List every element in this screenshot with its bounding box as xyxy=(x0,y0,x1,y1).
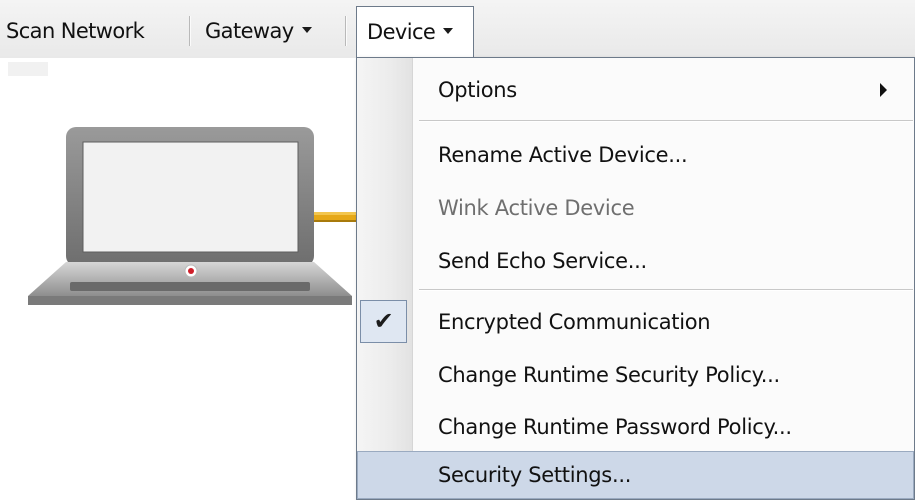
menu-item-change-runtime-password-policy[interactable]: Change Runtime Password Policy... xyxy=(357,401,914,453)
menu-item-label: Change Runtime Password Policy... xyxy=(438,415,792,439)
menu-item-wink-active-device: Wink Active Device xyxy=(357,182,914,234)
menu-item-label: Wink Active Device xyxy=(438,196,635,220)
submenu-arrow-icon xyxy=(880,83,887,97)
menu-item-options[interactable]: Options xyxy=(357,62,914,118)
menu-item-rename-active-device[interactable]: Rename Active Device... xyxy=(357,128,914,182)
network-canvas xyxy=(28,127,358,305)
menu-item-security-settings[interactable]: Security Settings... xyxy=(357,451,914,499)
checkmark-icon: ✔ xyxy=(360,300,407,343)
device-menu: Options Rename Active Device... Wink Act… xyxy=(356,57,915,500)
menu-item-label: Encrypted Communication xyxy=(438,310,711,334)
menu-item-label: Options xyxy=(438,78,517,102)
menu-item-label: Send Echo Service... xyxy=(438,249,647,273)
menu-item-send-echo-service[interactable]: Send Echo Service... xyxy=(357,234,914,288)
chevron-down-icon xyxy=(443,28,454,34)
menu-item-label: Rename Active Device... xyxy=(438,143,688,167)
menu-item-change-runtime-security-policy[interactable]: Change Runtime Security Policy... xyxy=(357,349,914,401)
laptop-device-icon[interactable] xyxy=(28,127,352,305)
device-label: Device xyxy=(367,20,436,44)
menu-item-label: Change Runtime Security Policy... xyxy=(438,363,780,387)
app-window: Scan Network Gateway Device Options Rena… xyxy=(0,0,915,500)
network-cable xyxy=(312,207,358,227)
menu-item-encrypted-communication[interactable]: ✔ Encrypted Communication xyxy=(357,297,914,347)
device-dropdown[interactable]: Device xyxy=(356,6,474,58)
menu-item-label: Security Settings... xyxy=(438,463,632,487)
menu-separator xyxy=(419,120,913,122)
menu-separator xyxy=(419,289,913,291)
